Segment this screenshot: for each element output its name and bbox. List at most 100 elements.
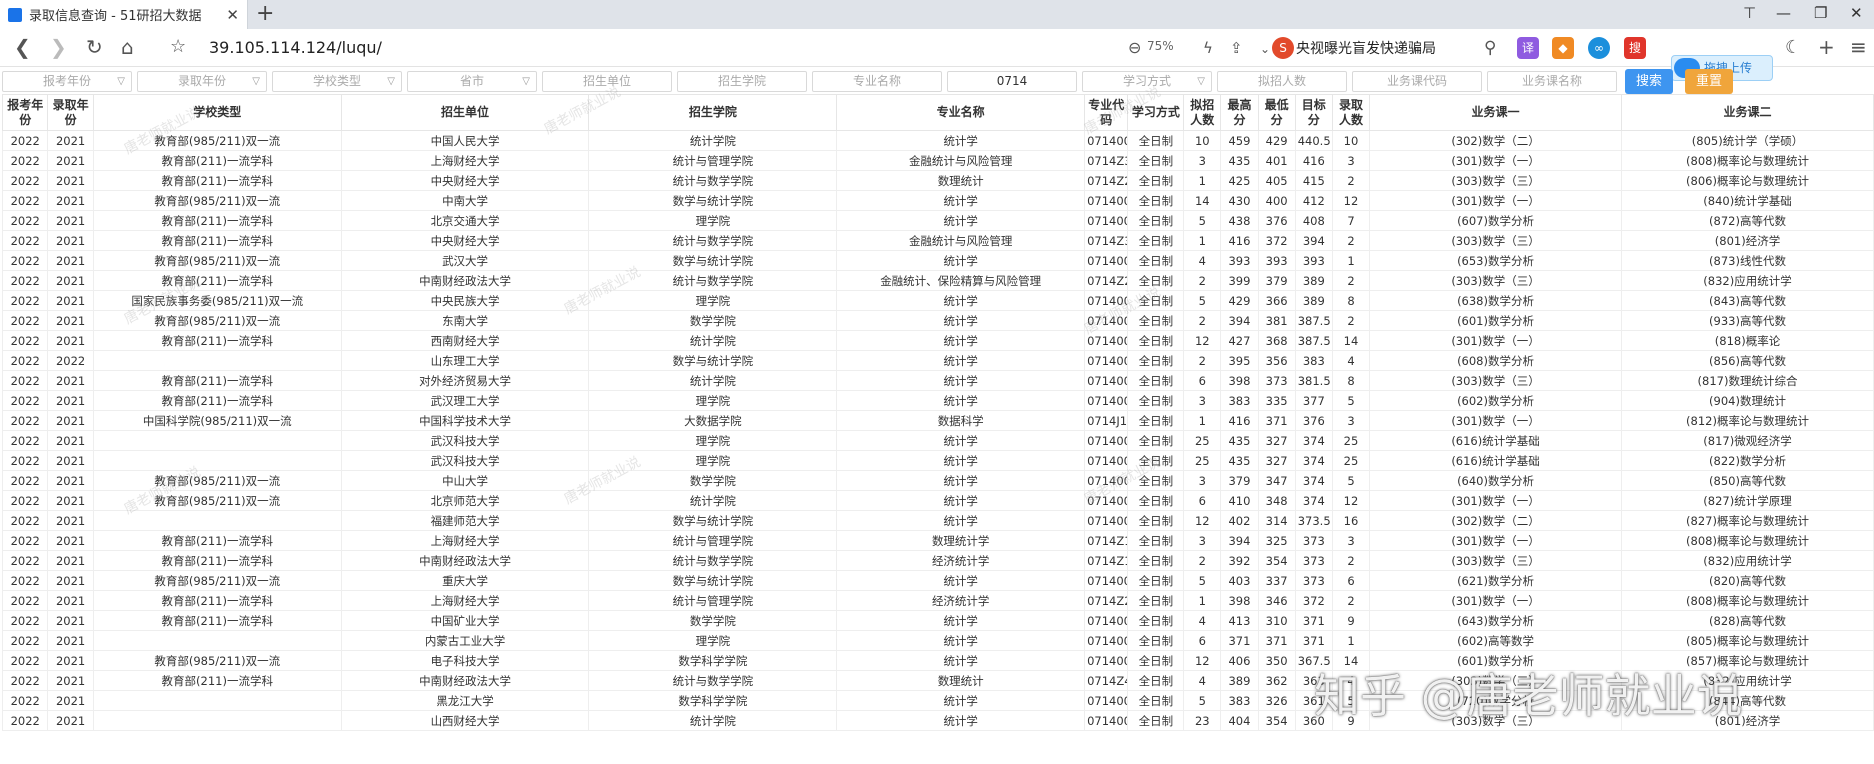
table-cell: 2022 [47,350,94,371]
table-cell: 2 [1331,590,1371,611]
share-icon[interactable]: ⇪ [1230,37,1243,59]
bookmark-star-icon[interactable]: ☆ [170,36,186,58]
table-cell: 理学院 [588,210,838,231]
table-cell: 2022 [1,550,49,571]
search-icon[interactable]: ⚲ [1484,37,1496,59]
translate-icon[interactable]: 译 [1517,37,1539,59]
table-cell: 427 [1220,330,1259,351]
filter-admit-year[interactable]: 录取年份 ▽ [137,71,267,92]
table-cell: (820)高等代数 [1621,570,1874,591]
close-tab-icon[interactable]: ✕ [226,6,239,24]
table-cell: (801)经济学 [1621,230,1874,251]
filter-major-code[interactable]: 0714 [947,71,1077,92]
table-cell: (301)数学（一） [1369,190,1622,211]
table-cell: 16 [1331,510,1371,531]
search-engine-icon[interactable]: S [1272,37,1294,59]
table-cell: 416 [1294,150,1333,171]
table-cell: 统计学 [836,290,1086,311]
table-cell: 经济统计学 [836,590,1086,611]
table-cell: 383 [1294,350,1333,371]
reset-button[interactable]: 重置 [1685,69,1733,94]
table-cell: 数据科学 [836,410,1086,431]
filter-college[interactable]: 招生学院 [677,71,807,92]
address-bar[interactable]: 39.105.114.124/luqu/ [209,38,382,57]
table-cell: 2022 [1,510,49,531]
minimize-icon[interactable]: — [1776,4,1791,22]
table-row: 2022 2021 教育部(211)一流学科 对外经济贸易大学 统计学院 统计学 07140… [1,370,1874,391]
table-cell: 理学院 [588,390,838,411]
table-cell: 6 [1183,490,1222,511]
table-cell: 全日制 [1127,170,1185,191]
table-cell: 中南大学 [340,190,590,211]
table-cell: 中国科学院(985/211)双一流 [92,410,342,431]
new-tab-icon[interactable]: + [256,2,274,26]
table-cell: 数理统计 [836,670,1086,691]
table-cell: 3 [1183,150,1222,171]
table-cell: 10 [1331,130,1371,151]
close-window-icon[interactable]: ✕ [1850,4,1863,22]
table-cell: 395 [1220,350,1259,371]
filter-course-code[interactable]: 业务课代码 [1352,71,1482,92]
table-cell: 25 [1331,430,1371,451]
table-cell: (640)数学分析 [1369,470,1622,491]
shirt-icon[interactable]: ⊤ [1743,4,1756,22]
table-cell: (805)统计学（学硕） [1621,130,1874,151]
column-header: 招生学院 [588,94,838,131]
filter-major-name[interactable]: 专业名称 [812,71,942,92]
table-cell: 数学科学学院 [588,650,838,671]
table-cell: 4 [1183,670,1222,691]
dropdown-chevron-icon[interactable]: ⌄ [1260,38,1270,60]
zoom-icon[interactable]: ⊖ [1128,37,1141,59]
table-cell: 教育部(211)一流学科 [92,370,342,391]
table-cell: 389 [1294,290,1333,311]
table-cell: 379 [1257,270,1296,291]
game-icon[interactable]: ◆ [1552,37,1574,59]
column-header: 业务课一 [1369,94,1622,131]
infinity-icon[interactable]: ∞ [1588,37,1610,59]
menu-icon[interactable]: ≡ [1850,36,1867,58]
lightning-icon[interactable]: ϟ [1203,37,1213,59]
news-headline[interactable]: 央视曝光盲发快递骗局 [1296,38,1436,58]
table-cell: 398 [1220,370,1259,391]
table-cell: 071400 [1084,250,1129,271]
table-cell [92,450,342,471]
table-cell: (808)概率论与数理统计 [1621,150,1874,171]
table-cell: 统计学 [836,370,1086,391]
table-cell: 2 [1183,350,1222,371]
table-cell: 2021 [47,630,94,651]
table-cell: 429 [1220,290,1259,311]
table-cell: 071400 [1084,610,1129,631]
dark-mode-moon-icon[interactable]: ☾ [1785,37,1801,59]
filter-course-name[interactable]: 业务课名称 [1487,71,1617,92]
browser-tab[interactable]: 录取信息查询 - 51研招大数据 ✕ [0,0,248,29]
filter-apply-year[interactable]: 报考年份 ▽ [2,71,132,92]
search-button[interactable]: 搜索 [1625,69,1673,94]
table-cell: 374 [1294,470,1333,491]
back-icon[interactable]: ❮ [14,36,31,58]
filter-province[interactable]: 省市 ▽ [407,71,537,92]
table-cell: 0714Z3 [1084,230,1129,251]
table-cell: 2021 [47,570,94,591]
table-cell: 理学院 [588,430,838,451]
table-cell: 2021 [47,490,94,511]
filter-school-type[interactable]: 学校类型 ▽ [272,71,402,92]
reload-icon[interactable]: ↻ [86,36,103,58]
table-cell: 393 [1294,250,1333,271]
table-cell: 6 [1183,370,1222,391]
table-cell: (856)高等代数 [1621,350,1874,371]
table-cell: 371 [1294,610,1333,631]
restore-icon[interactable]: ❐ [1814,4,1827,22]
table-cell: 3 [1183,390,1222,411]
clip-icon[interactable]: 搜 [1624,37,1646,59]
table-cell: 2021 [47,510,94,531]
add-icon[interactable]: + [1818,36,1835,58]
table-cell: 1 [1183,170,1222,191]
forward-icon[interactable]: ❯ [50,36,67,58]
table-cell: 2022 [1,390,49,411]
table-cell: 中国科学技术大学 [340,410,590,431]
filter-plan-count[interactable]: 拟招人数 [1217,71,1347,92]
table-cell: 10 [1183,130,1222,151]
tab-title: 录取信息查询 - 51研招大数据 [29,9,202,24]
table-cell: 2022 [1,570,49,591]
home-icon[interactable]: ⌂ [121,36,134,58]
